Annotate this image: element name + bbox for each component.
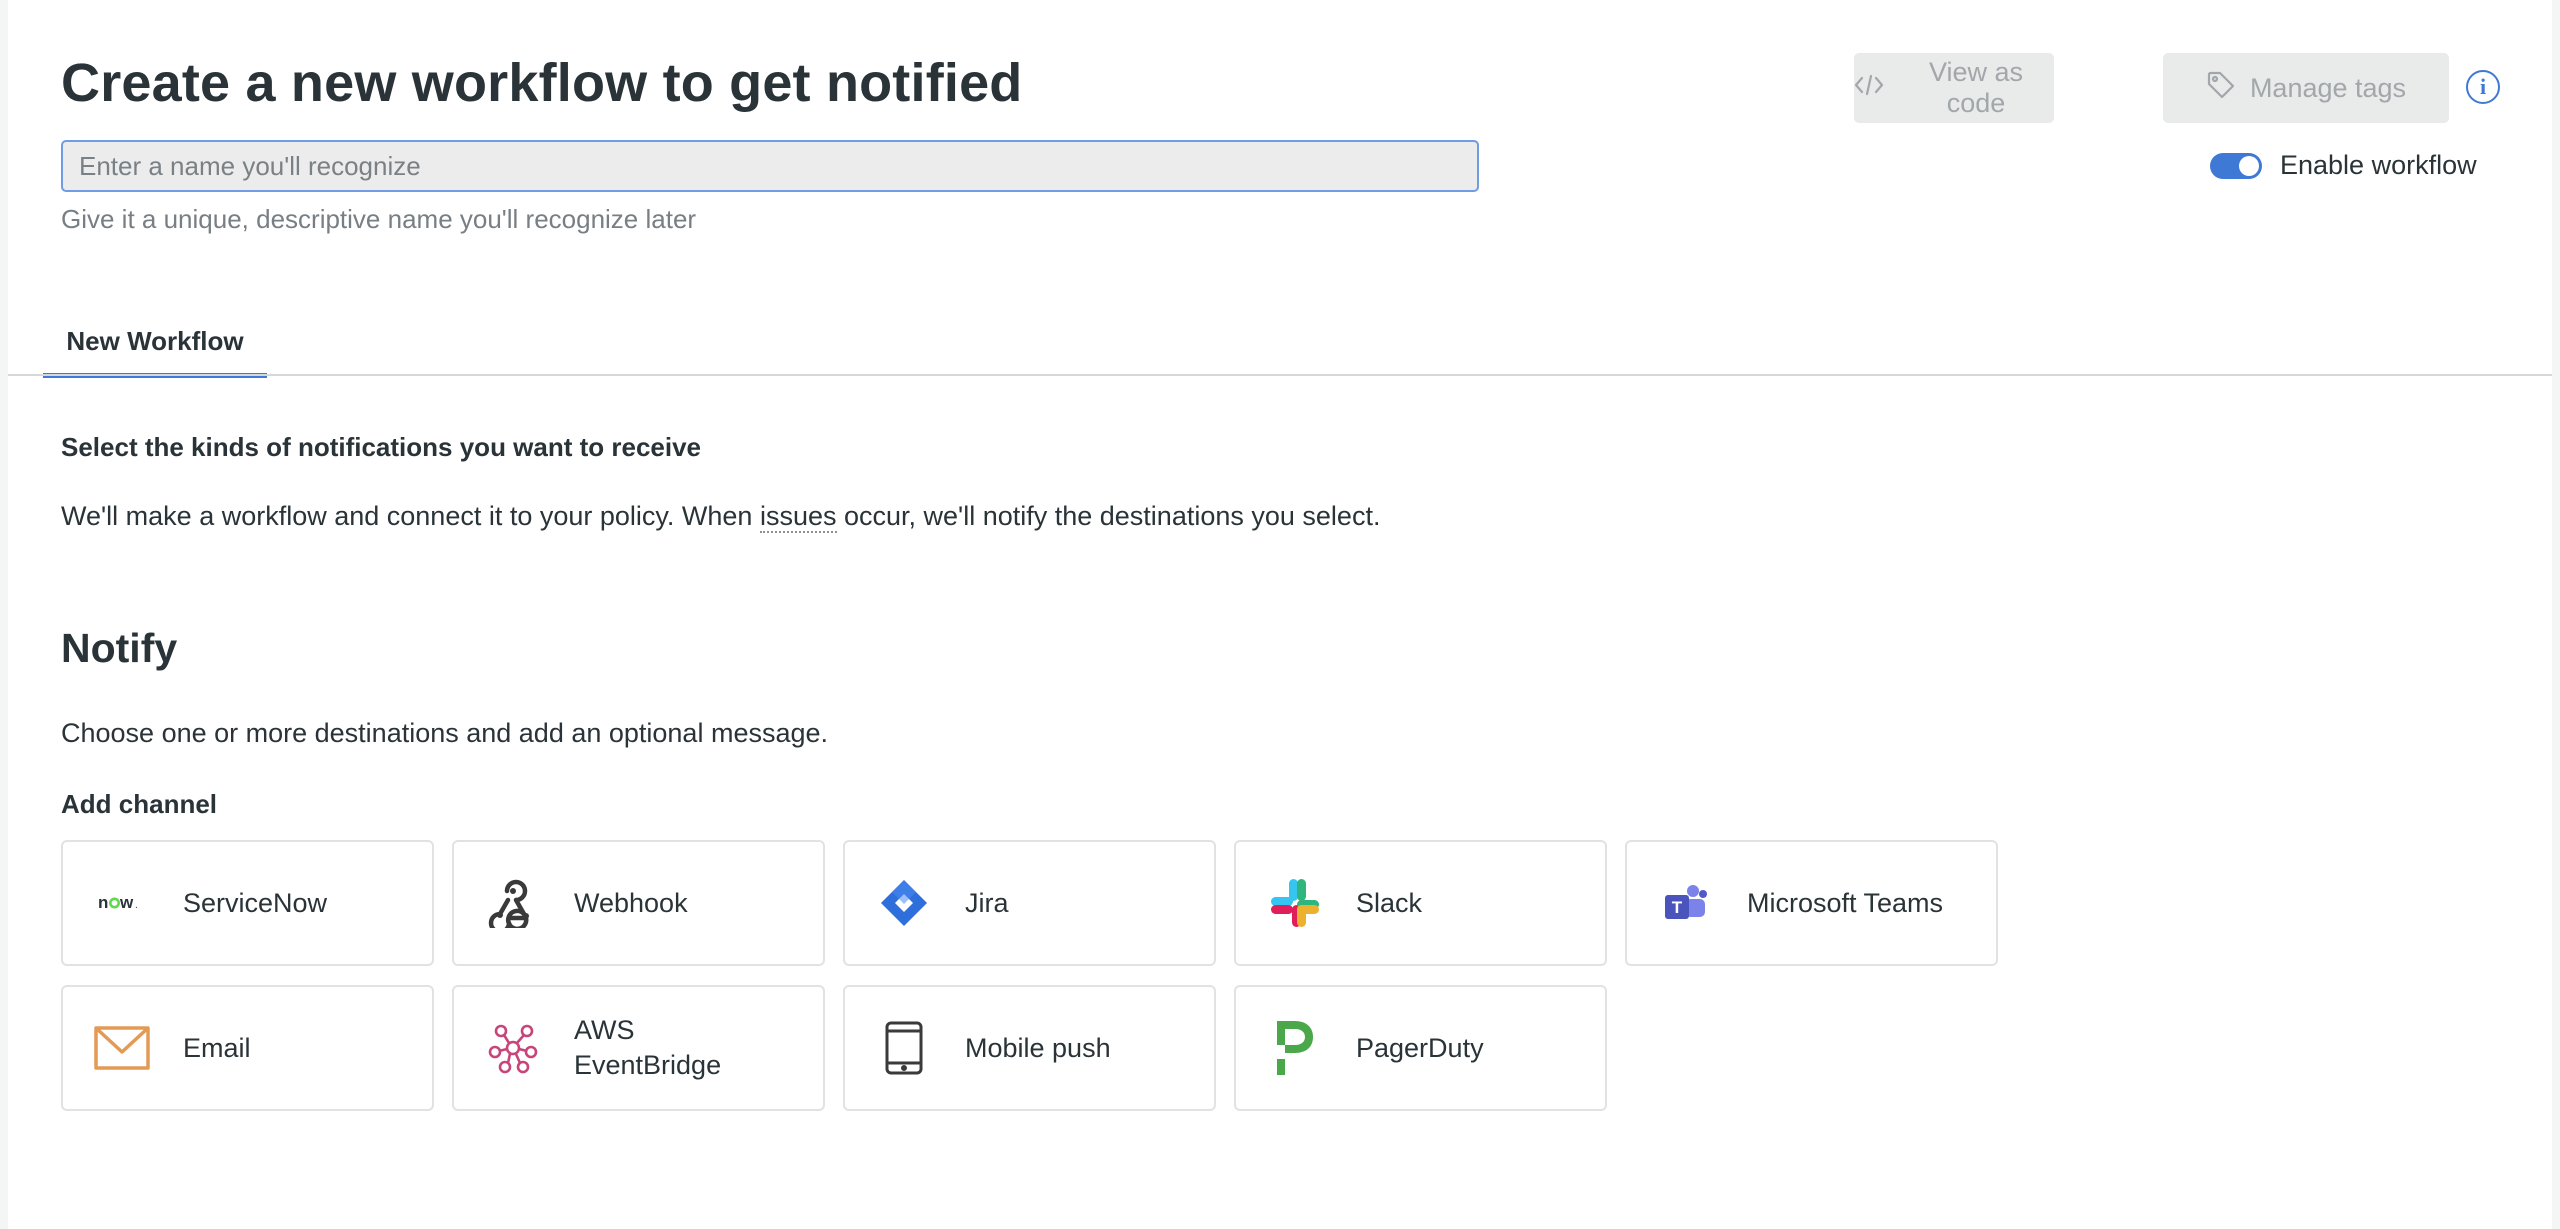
tab-divider [8,374,2552,376]
slack-icon [1266,874,1324,932]
channel-label: Microsoft Teams [1747,887,1944,918]
svg-text:w: w [119,893,134,912]
tag-icon [2206,70,2236,107]
enable-workflow-label: Enable workflow [2280,150,2477,180]
channel-webhook[interactable]: Webhook [452,840,825,966]
channel-microsoft-teams[interactable]: T Microsoft Teams [1625,840,1998,966]
notify-heading: Notify [61,625,178,671]
code-icon [1854,73,1884,104]
svg-text:n: n [98,893,108,912]
webhook-icon [484,874,542,932]
workflow-name-input[interactable] [61,140,1479,192]
mobile-icon [875,1019,933,1077]
svg-text:T: T [1672,898,1683,917]
channel-label: Jira [965,887,1009,918]
channel-label-line1: AWS [574,1015,635,1045]
jira-icon [875,874,933,932]
pagerduty-icon [1266,1019,1324,1077]
channel-label: Email [183,1032,251,1063]
channel-label: PagerDuty [1356,1032,1484,1063]
notify-description: Choose one or more destinations and add … [61,718,829,748]
toggle-knob [2239,155,2259,176]
servicenow-icon: n w . [93,874,151,932]
channel-label: AWS EventBridge [574,1013,721,1083]
manage-tags-label: Manage tags [2249,72,2407,103]
section-description: We'll make a workflow and connect it to … [61,501,1381,533]
desc-text-before: We'll make a workflow and connect it to … [61,501,760,531]
channel-slack[interactable]: Slack [1234,840,1607,966]
view-as-code-label: View as code [1928,57,2024,118]
channel-aws-eventbridge[interactable]: AWS EventBridge [452,985,825,1111]
workflow-page: Create a new workflow to get notified Gi… [8,0,2552,1229]
enable-workflow-toggle[interactable]: Enable workflow [2210,150,2477,181]
page-title: Create a new workflow to get notified [61,53,1023,113]
svg-text:.: . [135,900,138,911]
channel-jira[interactable]: Jira [843,840,1216,966]
channel-label: Slack [1356,887,1423,918]
channel-pagerduty[interactable]: PagerDuty [1234,985,1607,1111]
tab-new-workflow[interactable]: New Workflow [43,310,267,378]
channel-label: ServiceNow [183,887,328,918]
manage-tags-button[interactable]: Manage tags [2163,53,2449,123]
add-channel-label: Add channel [61,789,218,819]
view-as-code-button[interactable]: View as code [1854,53,2054,123]
name-hint: Give it a unique, descriptive name you'l… [61,204,697,234]
channel-servicenow[interactable]: n w . ServiceNow [61,840,434,966]
channel-email[interactable]: Email [61,985,434,1111]
info-icon[interactable]: i [2466,70,2500,104]
teams-icon: T [1657,874,1715,932]
toggle-switch[interactable] [2210,152,2262,179]
channel-label: Mobile push [965,1032,1111,1063]
eventbridge-icon [484,1019,542,1077]
channel-label: Webhook [574,887,688,918]
channel-mobile-push[interactable]: Mobile push [843,985,1216,1111]
section-heading: Select the kinds of notifications you wa… [61,432,702,462]
channel-label-line2: EventBridge [574,1050,722,1080]
issues-link[interactable]: issues [759,501,837,533]
email-icon [93,1019,151,1077]
desc-text-after: occur, we'll notify the destinations you… [836,501,1381,531]
